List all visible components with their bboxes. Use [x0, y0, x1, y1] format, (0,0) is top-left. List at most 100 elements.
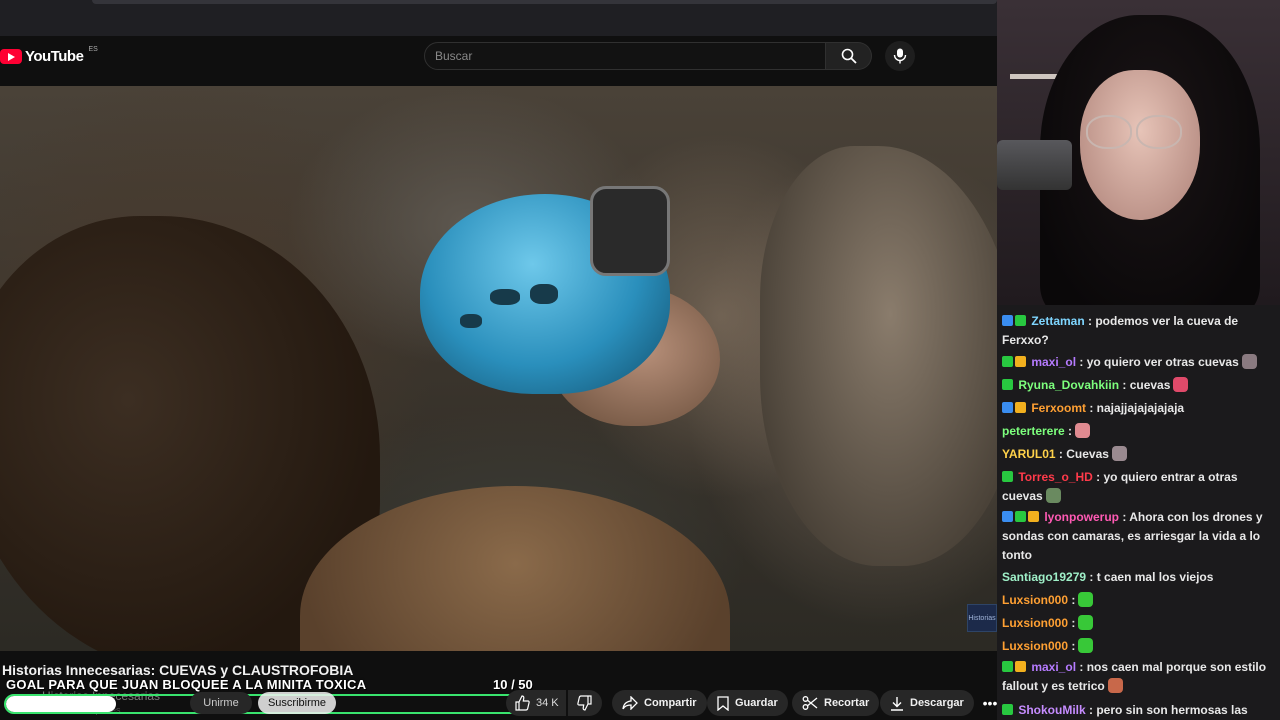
- chat-text: : t caen mal los viejos: [1086, 570, 1214, 584]
- chat-username[interactable]: ShokouMilk: [1015, 703, 1085, 717]
- share-icon: [622, 696, 638, 710]
- chat-badge-icon: [1015, 661, 1026, 672]
- search-button[interactable]: [826, 42, 872, 70]
- chat-message: YARUL01 : Cuevas: [1002, 445, 1280, 464]
- chat-username[interactable]: YARUL01: [1002, 447, 1056, 461]
- glasses-right-lens: [1136, 115, 1182, 149]
- chat-badge-icon: [1002, 315, 1013, 326]
- chat-badge-icon: [1028, 511, 1039, 522]
- chat-badge-icon: [1015, 511, 1026, 522]
- chat-message: maxi_ol : nos caen mal porque son estilo…: [1002, 658, 1280, 696]
- chat-message: Luxsion000 :: [1002, 637, 1280, 656]
- chat-message: lyonpowerup : Ahora con los drones y son…: [1002, 508, 1280, 565]
- channel-watermark: Historias: [967, 604, 997, 632]
- browser-tab-strip: [0, 0, 997, 36]
- goal-progress-fill: [6, 696, 116, 712]
- chat-username[interactable]: Luxsion000: [1002, 593, 1068, 607]
- chat-message: ShokouMilk : pero sin son hermosas las v…: [1002, 701, 1280, 720]
- chat-message: Ferxoomt : najajjajajajajaja: [1002, 399, 1280, 418]
- chat-message: Santiago19279 : t caen mal los viejos: [1002, 568, 1280, 587]
- chat-text: :: [1068, 616, 1076, 630]
- chat-username[interactable]: Ferxoomt: [1028, 401, 1086, 415]
- chat-badge-icon: [1015, 315, 1026, 326]
- share-button[interactable]: Compartir: [612, 690, 707, 716]
- webcam-microphone: [997, 140, 1072, 190]
- chat-text: :: [1068, 639, 1076, 653]
- chat-text: :: [1068, 593, 1076, 607]
- chat-username[interactable]: maxi_ol: [1028, 660, 1076, 674]
- chat-text: : Cuevas: [1055, 447, 1109, 461]
- chat-username[interactable]: Torres_o_HD: [1015, 470, 1092, 484]
- chat-message: maxi_ol : yo quiero ver otras cuevas: [1002, 353, 1280, 372]
- chat-badge-icon: [1015, 402, 1026, 413]
- headlamp: [590, 186, 670, 276]
- chat-username[interactable]: Santiago19279: [1002, 570, 1086, 584]
- chat-username[interactable]: Luxsion000: [1002, 616, 1068, 630]
- cave-rock-right: [760, 146, 997, 566]
- microphone-icon: [893, 48, 907, 64]
- chat-emote-icon: [1107, 678, 1123, 693]
- chat-badge-icon: [1002, 402, 1013, 413]
- search-input[interactable]: Buscar: [424, 42, 826, 70]
- chat-emote-icon: [1045, 488, 1061, 503]
- chat-emote-icon: [1241, 354, 1257, 369]
- chat-badge-icon: [1015, 356, 1026, 367]
- region-code: ES: [88, 46, 98, 53]
- bookmark-icon: [717, 695, 729, 711]
- dislike-button[interactable]: [568, 690, 602, 716]
- clip-button[interactable]: Recortar: [792, 690, 880, 716]
- chat-emote-icon: [1078, 615, 1094, 630]
- chat-emote-icon: [1111, 446, 1127, 461]
- thumbs-up-icon: [515, 695, 530, 711]
- chat-username[interactable]: maxi_ol: [1028, 355, 1076, 369]
- chat-emote-icon: [1078, 638, 1094, 653]
- like-count: 34 K: [536, 697, 559, 709]
- chat-message: Torres_o_HD : yo quiero entrar a otras c…: [1002, 468, 1280, 506]
- stream-layout: YouTube ES Buscar Historias Historias In…: [0, 0, 1280, 720]
- goal-label: GOAL PARA QUE JUAN BLOQUEE A LA MINITA T…: [6, 677, 367, 692]
- youtube-logo-text: YouTube: [25, 48, 84, 65]
- chat-message: Luxsion000 :: [1002, 614, 1280, 633]
- chat-username[interactable]: Ryuna_Dovahkiin: [1015, 378, 1119, 392]
- chat-emote-icon: [1078, 592, 1094, 607]
- search-placeholder: Buscar: [435, 49, 473, 63]
- chat-badge-icon: [1002, 356, 1013, 367]
- chat-badge-icon: [1002, 379, 1013, 390]
- chat-username[interactable]: lyonpowerup: [1041, 510, 1119, 524]
- video-title: Historias Innecesarias: CUEVAS y CLAUSTR…: [2, 662, 354, 678]
- save-button[interactable]: Guardar: [707, 690, 788, 716]
- download-label: Descargar: [910, 697, 964, 709]
- chat-username[interactable]: Luxsion000: [1002, 639, 1068, 653]
- chat-message: Luxsion000 :: [1002, 591, 1280, 610]
- download-button[interactable]: Descargar: [880, 690, 974, 716]
- join-button[interactable]: Unirme: [190, 692, 252, 714]
- share-label: Compartir: [644, 697, 697, 709]
- chat-message: Ryuna_Dovahkiin : cuevas: [1002, 376, 1280, 395]
- chat-message: peterterere :: [1002, 422, 1280, 441]
- download-icon: [891, 696, 903, 711]
- clip-label: Recortar: [824, 697, 870, 709]
- chat-username[interactable]: peterterere: [1002, 424, 1065, 438]
- chat-text: :: [1064, 424, 1073, 438]
- chat-badge-icon: [1002, 661, 1013, 672]
- scissors-icon: [802, 696, 818, 710]
- youtube-play-icon: [0, 49, 22, 64]
- chat-badge-icon: [1002, 471, 1013, 482]
- video-player[interactable]: [0, 86, 997, 651]
- chat-emote-icon: [1075, 423, 1091, 438]
- chat-badge-icon: [1002, 511, 1013, 522]
- youtube-logo[interactable]: YouTube ES: [0, 46, 98, 65]
- ellipsis-icon: •••: [982, 695, 998, 711]
- chat-text: : yo quiero ver otras cuevas: [1076, 355, 1239, 369]
- youtube-header: YouTube ES Buscar: [0, 36, 997, 76]
- chat-badge-icon: [1002, 704, 1013, 715]
- chat-username[interactable]: Zettaman: [1028, 314, 1084, 328]
- like-button[interactable]: 34 K: [506, 690, 566, 716]
- save-label: Guardar: [735, 697, 778, 709]
- subscribe-button[interactable]: Suscribirme: [258, 692, 336, 714]
- chat-emote-icon: [1173, 377, 1189, 392]
- voice-search-button[interactable]: [885, 41, 915, 71]
- chat-text: : najajjajajajajaja: [1086, 401, 1185, 415]
- glasses-left-lens: [1086, 115, 1132, 149]
- chat-message: Zettaman : podemos ver la cueva de Ferxx…: [1002, 312, 1280, 350]
